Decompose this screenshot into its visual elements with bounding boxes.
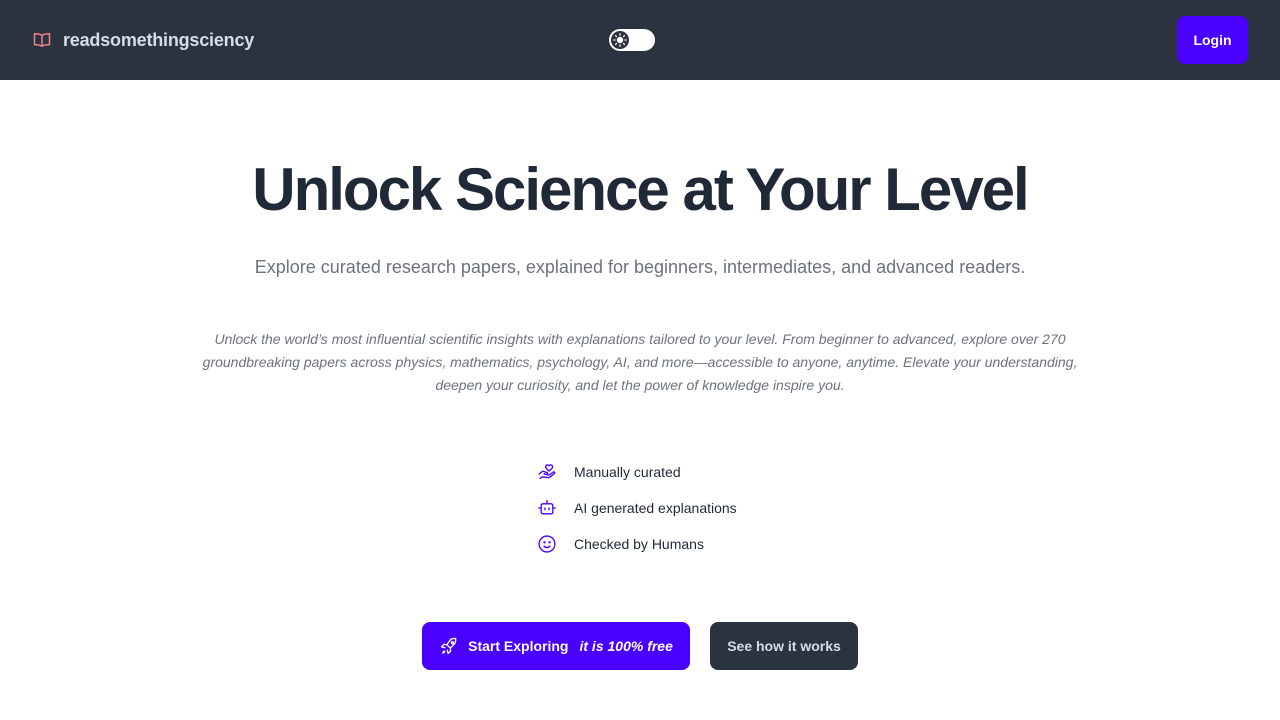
sun-icon — [611, 31, 629, 49]
rocket-icon — [439, 636, 459, 656]
start-exploring-label: Start Exploring — [468, 638, 569, 654]
hero-subtitle: Explore curated research papers, explain… — [254, 257, 1026, 277]
top-navbar: readsomethingsciency Login — [0, 0, 1280, 80]
open-book-icon — [32, 30, 52, 50]
cta-row: Start Exploring it is 100% free See how … — [0, 622, 1280, 670]
brand-link[interactable]: readsomethingsciency — [32, 28, 254, 52]
free-tag: it is 100% free — [579, 638, 673, 654]
hero-description: Unlock the world’s most influential scie… — [202, 331, 1078, 393]
see-how-it-works-button[interactable]: See how it works — [710, 622, 858, 670]
page-title: Unlock Science at Your Level — [252, 156, 1029, 223]
feature-label: Manually curated — [574, 464, 681, 480]
feature-list: Manually curated AI generated explanatio… — [536, 459, 796, 567]
feature-item: Checked by Humans — [536, 531, 796, 557]
login-button[interactable]: Login — [1177, 16, 1248, 64]
feature-item: AI generated explanations — [536, 495, 796, 521]
smiley-face-icon — [536, 533, 558, 555]
robot-icon — [536, 497, 558, 519]
hand-heart-icon — [536, 461, 558, 483]
feature-item: Manually curated — [536, 459, 796, 485]
brand-name: readsomethingsciency — [63, 29, 255, 50]
theme-toggle[interactable] — [609, 29, 655, 51]
start-exploring-button[interactable]: Start Exploring it is 100% free — [422, 622, 690, 670]
feature-label: Checked by Humans — [574, 536, 704, 552]
feature-label: AI generated explanations — [574, 500, 737, 516]
